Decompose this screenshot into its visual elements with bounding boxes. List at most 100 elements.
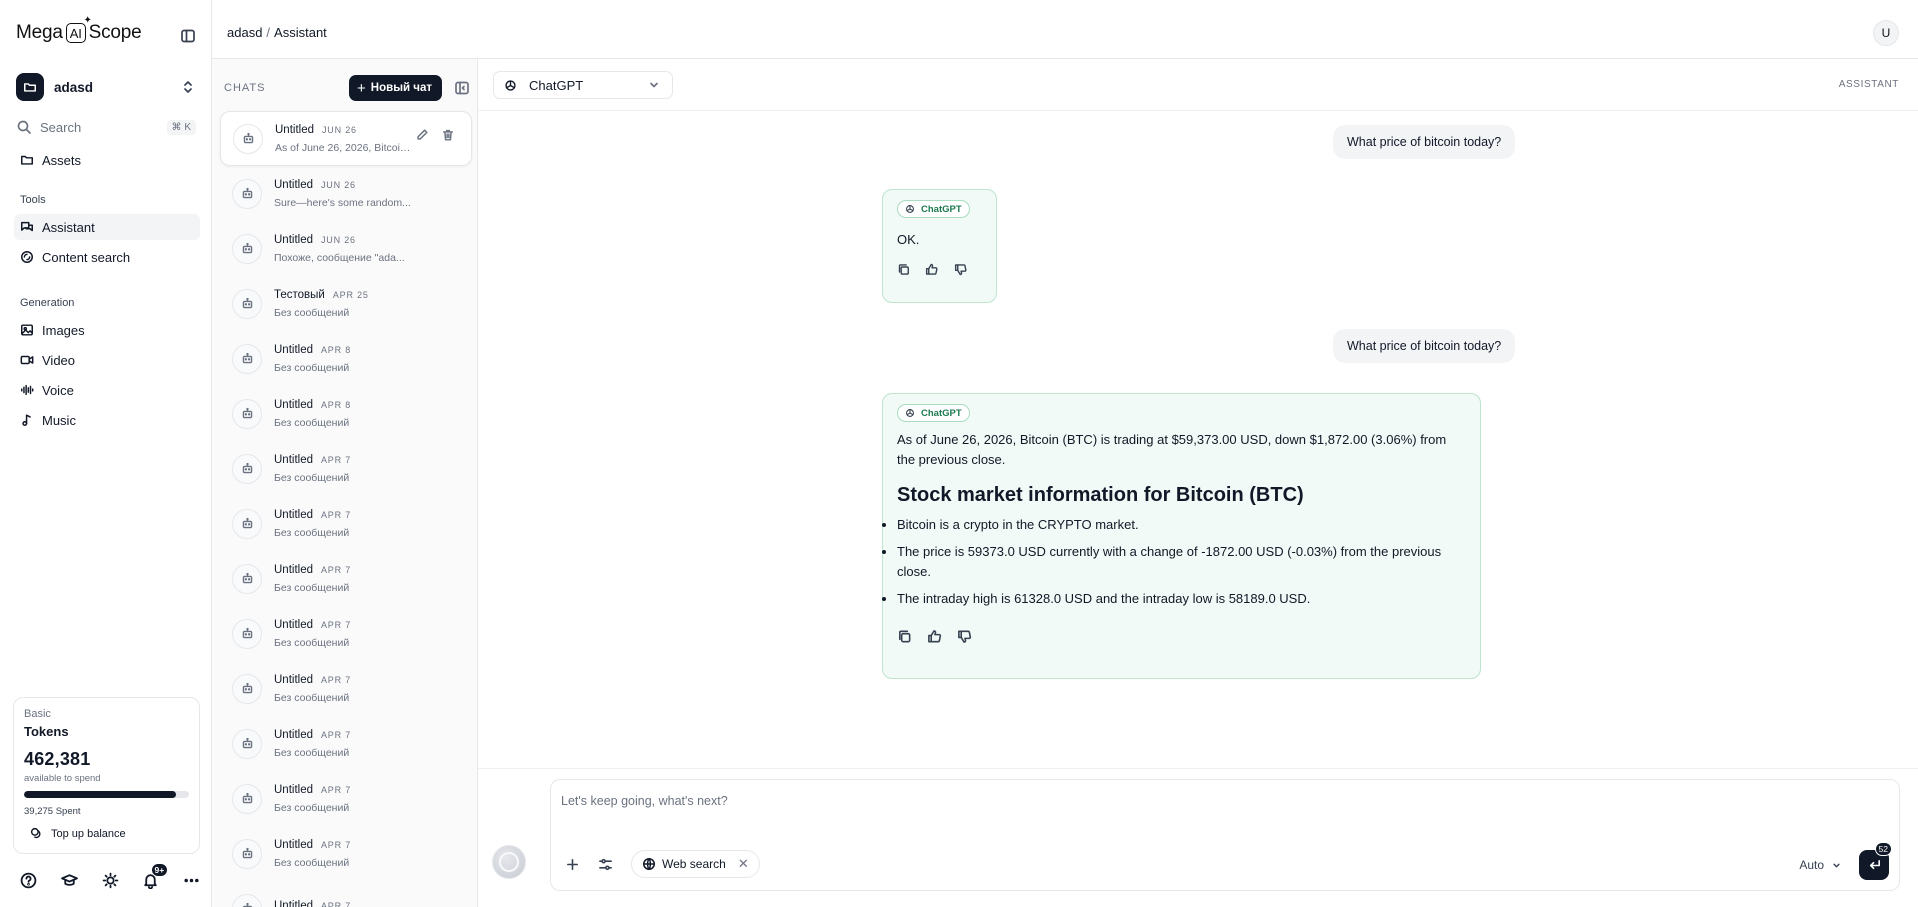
chat-date: APR 25 xyxy=(332,289,369,300)
trash-icon[interactable] xyxy=(441,128,455,142)
message-actions xyxy=(897,629,1466,644)
help-icon[interactable] xyxy=(20,872,37,889)
chat-text: Untitled APR 7 Без сообщений xyxy=(274,509,424,539)
sidebar-item-video[interactable]: Video xyxy=(14,347,200,373)
chat-list-item[interactable]: Untitled APR 7 Без сообщений xyxy=(220,826,472,881)
chat-text: Untitled APR 7 Без сообщений xyxy=(274,674,424,704)
chat-list-item[interactable]: Untitled JUN 26 As of June 26, 2026, Bitco… xyxy=(220,111,472,166)
chat-preview: Без сообщений xyxy=(274,746,350,759)
tokens-spent: 39,275 Spent xyxy=(24,806,81,817)
sliders-icon[interactable] xyxy=(598,857,613,872)
bot-icon xyxy=(232,453,262,484)
chat-list-item[interactable]: Untitled APR 7 Без сообщений xyxy=(220,496,472,551)
music-note-icon xyxy=(22,414,31,426)
breadcrumb-separator: / xyxy=(266,25,271,40)
chat-date: APR 8 xyxy=(321,399,352,410)
model-select[interactable]: ChatGPT xyxy=(493,71,673,99)
notifications-badge: 9+ xyxy=(150,863,169,877)
sidebar-item-music[interactable]: Music xyxy=(14,407,200,433)
web-search-chip[interactable]: Web search ✕ xyxy=(631,850,760,878)
message-input[interactable] xyxy=(561,790,1881,812)
web-search-label: Web search xyxy=(662,857,726,871)
chat-list-item[interactable]: Untitled JUN 26 Sure—here's some random... xyxy=(220,166,472,221)
chat-preview: Похоже, сообщение "ada... xyxy=(274,251,405,264)
chat-list-item[interactable]: Untitled APR 7 Без сообщений xyxy=(220,771,472,826)
assistant-orb-icon[interactable] xyxy=(492,845,526,879)
search-label: Search xyxy=(40,119,82,135)
collapse-panel-icon[interactable] xyxy=(454,80,470,96)
chevron-down-icon xyxy=(1833,863,1840,867)
image-icon xyxy=(21,324,33,336)
top-up-balance-button[interactable]: Top up balance xyxy=(24,827,189,840)
chat-title: Untitled xyxy=(274,508,313,521)
bot-icon xyxy=(232,288,262,319)
chat-list-item[interactable]: Untitled JUN 26 Похоже, сообщение "ada... xyxy=(220,221,472,276)
copy-icon[interactable] xyxy=(897,262,910,277)
sidebar-item-images[interactable]: Images xyxy=(14,317,200,343)
chat-title: Untitled xyxy=(274,563,313,576)
chat-title-row: Untitled JUN 26 xyxy=(274,179,424,191)
chat-preview: Без сообщений xyxy=(274,306,350,319)
sidebar-item-label: Assets xyxy=(42,152,82,168)
user-avatar[interactable]: U xyxy=(1873,20,1899,46)
token-balance-card: Basic Tokens 462,381 available to spend … xyxy=(13,697,200,854)
chat-date: APR 7 xyxy=(321,839,352,850)
sidebar-item-content-search[interactable]: Content search xyxy=(14,244,200,270)
conversation-area: ChatGPT ASSISTANT What price of bitcoin … xyxy=(478,59,1918,907)
openai-icon xyxy=(906,205,914,213)
thumbs-down-icon[interactable] xyxy=(957,629,972,644)
chat-date: JUN 26 xyxy=(322,124,357,135)
chat-list-item[interactable]: Тестовый APR 25 Без сообщений xyxy=(220,276,472,331)
bot-icon xyxy=(232,343,262,374)
chat-title: Untitled xyxy=(274,838,313,851)
assistant-message: ChatGPT As of June 26, 2026, Bitcoin (BT… xyxy=(882,393,1481,679)
chat-list-item[interactable]: Untitled APR 7 xyxy=(220,881,472,907)
chat-title-row: Untitled JUN 26 xyxy=(274,234,424,246)
thumbs-up-icon[interactable] xyxy=(925,262,938,277)
chat-date: APR 7 xyxy=(321,564,352,575)
edit-pencil-icon[interactable] xyxy=(415,128,429,142)
breadcrumb-page: Assistant xyxy=(274,25,327,40)
mode-select[interactable]: Auto xyxy=(1799,858,1843,872)
thumbs-up-icon[interactable] xyxy=(927,629,942,644)
sidebar-item-assets[interactable]: Assets xyxy=(14,147,200,173)
model-chip-label: ChatGPT xyxy=(921,407,962,419)
sidebar-item-voice[interactable]: Voice xyxy=(14,377,200,403)
copy-icon[interactable] xyxy=(897,629,912,644)
sidebar-item-label: Voice xyxy=(42,382,74,398)
section-title-tools: Tools xyxy=(20,194,46,206)
bot-icon xyxy=(232,178,262,209)
chat-text: Untitled APR 8 Без сообщений xyxy=(274,399,424,429)
chat-list-item[interactable]: Untitled APR 7 Без сообщений xyxy=(220,716,472,771)
chat-title-row: Untitled APR 7 xyxy=(274,619,424,631)
chat-list-item[interactable]: Untitled APR 8 Без сообщений xyxy=(220,331,472,386)
sidebar-collapse-icon[interactable] xyxy=(180,28,196,44)
sidebar-item-assistant[interactable]: Assistant xyxy=(14,214,200,240)
thumbs-down-icon[interactable] xyxy=(954,262,967,277)
graduation-cap-icon[interactable] xyxy=(60,872,78,889)
breadcrumb-workspace[interactable]: adasd xyxy=(227,25,262,40)
more-options-icon[interactable] xyxy=(183,872,200,889)
sidebar-item-label: Assistant xyxy=(42,219,95,235)
chat-title-row: Тестовый APR 25 xyxy=(274,289,424,301)
folder-icon xyxy=(21,155,33,165)
chat-preview: Без сообщений xyxy=(274,526,350,539)
top-header: adasd / Assistant U xyxy=(212,0,1918,59)
chat-list-item[interactable]: Untitled APR 8 Без сообщений xyxy=(220,386,472,441)
new-chat-button[interactable]: + Новый чат xyxy=(349,75,442,101)
notifications-bell-icon[interactable]: 9+ xyxy=(142,863,169,889)
app-logo[interactable]: Mega AI Scope xyxy=(16,15,142,44)
logo-text-left: Mega xyxy=(16,22,63,43)
workspace-switcher[interactable]: adasd xyxy=(16,72,196,102)
chat-list-item[interactable]: Untitled APR 7 Без сообщений xyxy=(220,551,472,606)
remove-web-search-icon[interactable]: ✕ xyxy=(738,856,749,872)
chat-title: Untitled xyxy=(274,783,313,796)
chat-list-item[interactable]: Untitled APR 7 Без сообщений xyxy=(220,606,472,661)
theme-sun-icon[interactable] xyxy=(102,872,119,889)
chat-list-item[interactable]: Untitled APR 7 Без сообщений xyxy=(220,441,472,496)
sidebar-search[interactable]: Search ⌘ K xyxy=(16,117,196,137)
chat-date: APR 7 xyxy=(321,674,352,685)
bot-icon xyxy=(232,728,262,759)
chat-list-item[interactable]: Untitled APR 7 Без сообщений xyxy=(220,661,472,716)
plus-icon[interactable] xyxy=(565,857,580,872)
